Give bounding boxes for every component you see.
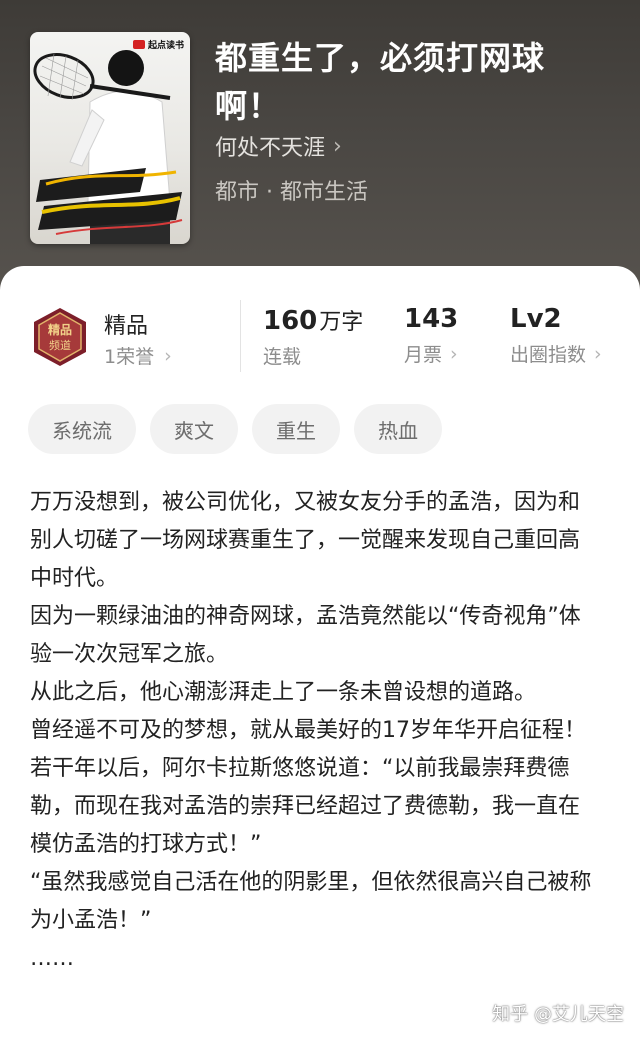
watermark: 知乎 @艾儿天空 <box>492 1004 624 1025</box>
word-count-unit: 万字 <box>319 310 364 335</box>
serial-status: 连载 <box>263 346 302 368</box>
book-cover[interactable]: 起点读书 <box>30 32 190 244</box>
monthly-ticket-value: 143 <box>404 304 459 334</box>
word-count-stat: 160万字 连载 <box>263 304 363 369</box>
svg-text:频道: 频道 <box>49 338 71 352</box>
honor-link[interactable]: 1荣誉 › <box>104 342 172 369</box>
popularity-index-value: Lv2 <box>510 304 562 334</box>
quality-badge-icon[interactable]: 精品 频道 <box>30 306 90 368</box>
monthly-ticket-label: 月票 <box>404 344 443 366</box>
svg-text:精品: 精品 <box>48 322 72 337</box>
description-paragraph: “虽然我感觉自己活在他的阴影里，但依然很高兴自己被称为小孟浩！” <box>30 870 592 933</box>
book-title: 都重生了，必须打网球啊！ <box>215 39 546 125</box>
cover-title-art-icon <box>36 168 183 235</box>
monthly-ticket-stat[interactable]: 143 月票 › <box>404 304 458 367</box>
book-genre: 都市 · 都市生活 <box>215 180 368 205</box>
tag-chip[interactable]: 热血 <box>354 404 442 454</box>
description-paragraph: 曾经遥不可及的梦想，就从最美好的17岁年华开启征程！ <box>30 718 586 743</box>
description-paragraph: 若干年以后，阿尔卡拉斯悠悠说道：“以前我最崇拜费德勒，而现在我对孟浩的崇拜已经超… <box>30 756 581 857</box>
honor-count: 1荣誉 <box>104 346 155 368</box>
description-paragraph: …… <box>30 946 74 971</box>
tag-chip[interactable]: 系统流 <box>28 404 136 454</box>
book-header: 起点读书 都重生了，必须打网球啊！ 何处不天涯 › 都市 · 都市生活 <box>0 0 640 300</box>
chevron-right-icon: › <box>164 344 172 367</box>
book-detail-sheet: 精品 频道 精品 1荣誉 › 160万字 连载 143 月票 › Lv2 出圈指… <box>0 266 640 1039</box>
description-paragraph: 因为一颗绿油油的神奇网球，孟浩竟然能以“传奇视角”体验一次次冠军之旅。 <box>30 604 581 667</box>
chevron-right-icon: › <box>333 133 342 159</box>
chevron-right-icon: › <box>450 342 458 365</box>
tag-chip[interactable]: 重生 <box>252 404 340 454</box>
description-paragraph: 从此之后，他心潮澎湃走上了一条未曾设想的道路。 <box>30 680 537 705</box>
quality-label: 精品 <box>104 314 149 339</box>
popularity-index-label: 出圈指数 <box>510 344 587 366</box>
tag-chip[interactable]: 爽文 <box>150 404 238 454</box>
publisher-logo: 起点读书 <box>132 38 184 51</box>
chevron-right-icon: › <box>594 342 602 365</box>
word-count-value: 160 <box>263 306 318 336</box>
author-link[interactable]: 何处不天涯 › <box>215 130 342 162</box>
author-name: 何处不天涯 <box>215 136 326 161</box>
stats-divider <box>240 300 241 372</box>
tag-list: 系统流 爽文 重生 热血 <box>28 404 442 454</box>
book-description[interactable]: 万万没想到，被公司优化，又被女友分手的孟浩，因为和别人切磋了一场网球赛重生了，一… <box>30 484 594 978</box>
publisher-mark-icon <box>132 40 145 49</box>
description-paragraph: 万万没想到，被公司优化，又被女友分手的孟浩，因为和别人切磋了一场网球赛重生了，一… <box>30 490 581 591</box>
popularity-index-stat[interactable]: Lv2 出圈指数 › <box>510 304 602 367</box>
